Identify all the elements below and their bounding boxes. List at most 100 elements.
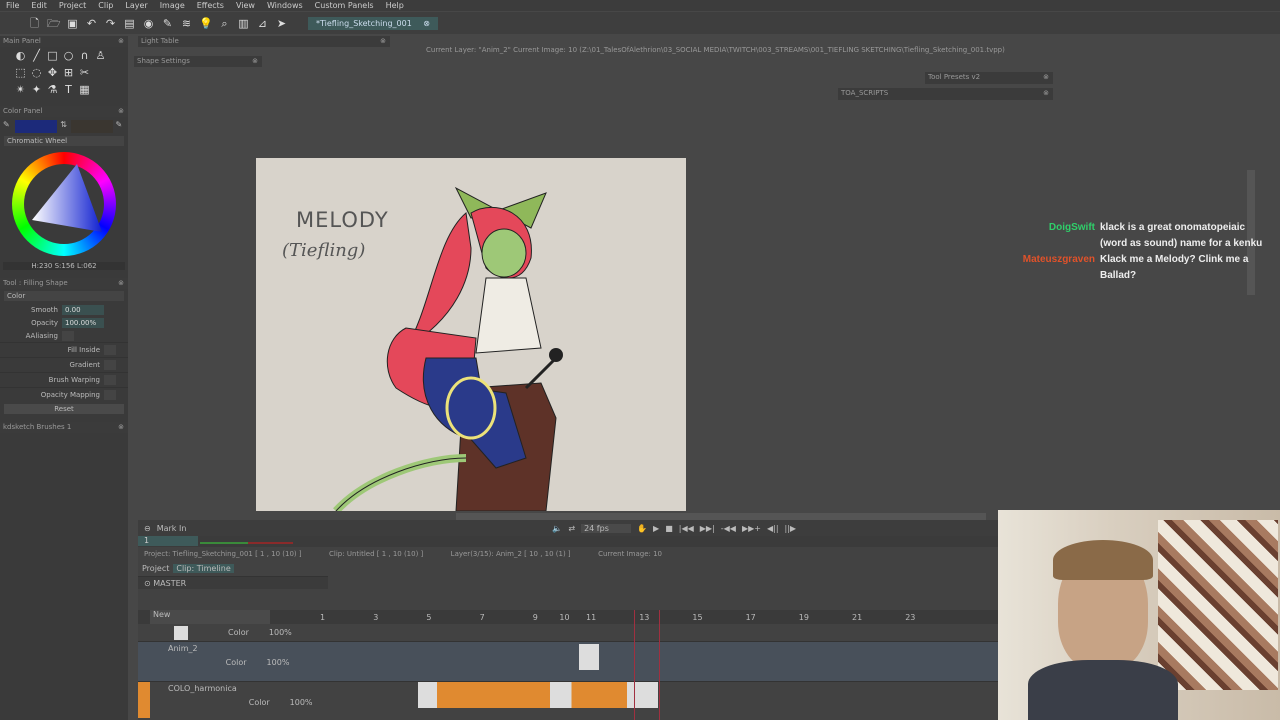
swap-icon[interactable]: ⇅: [60, 120, 68, 133]
chart-icon[interactable]: ⊿: [256, 17, 269, 30]
step-fwd-icon[interactable]: ||▶: [785, 524, 797, 533]
first-frame-icon[interactable]: |◀◀: [679, 524, 694, 533]
menu-windows[interactable]: Windows: [261, 0, 309, 11]
menu-view[interactable]: View: [230, 0, 261, 11]
warp-icon[interactable]: ⊞: [62, 66, 75, 79]
open-icon[interactable]: 🗁: [47, 17, 61, 30]
close-icon[interactable]: ⊗: [118, 422, 124, 433]
lasso-icon[interactable]: ◌: [30, 66, 43, 79]
fps-select[interactable]: 24 fps: [581, 523, 632, 533]
secondary-color[interactable]: [70, 120, 113, 133]
color-wheel-icon[interactable]: ◉: [142, 17, 155, 30]
ellipse-tool-icon[interactable]: ○: [62, 49, 75, 62]
pan-icon[interactable]: ✴: [14, 83, 27, 96]
mark-in-icon[interactable]: ⊖: [144, 524, 151, 533]
drawing-canvas[interactable]: MELODY (Tiefling): [256, 158, 686, 511]
new-file-icon[interactable]: 🗋: [28, 17, 41, 30]
chat-message: DoigSwift klack is a great onomatopeiaic …: [1000, 220, 1280, 252]
close-icon[interactable]: ⊗: [380, 36, 386, 47]
step-back-icon[interactable]: ◀||: [767, 524, 779, 533]
document-tab[interactable]: *Tiefling_Sketching_001 ⊗: [308, 16, 438, 30]
grid-icon[interactable]: ▦: [78, 83, 91, 96]
toolbox-icon[interactable]: ▤: [123, 17, 136, 30]
horizontal-scrollbar[interactable]: [456, 513, 986, 520]
search-icon[interactable]: ⌕: [218, 17, 231, 30]
tab-clip-timeline[interactable]: Clip: Timeline: [173, 564, 234, 573]
stream-chat: DoigSwift klack is a great onomatopeiaic …: [1000, 220, 1280, 284]
sound-icon[interactable]: 🔈: [552, 524, 562, 533]
chromatic-wheel[interactable]: [12, 152, 116, 256]
lightbulb-icon[interactable]: 💡: [199, 17, 213, 30]
close-icon[interactable]: ⊗: [118, 278, 124, 289]
hand-icon[interactable]: ✋: [637, 524, 647, 533]
menu-project[interactable]: Project: [53, 0, 92, 11]
menu-edit[interactable]: Edit: [25, 0, 53, 11]
new-layer-select[interactable]: New: [150, 610, 270, 624]
layer-row-colo-harmonica[interactable]: COLO_harmonica Color 100%: [138, 682, 998, 718]
close-icon[interactable]: ⊗: [1043, 72, 1049, 84]
color-swatches: ✎ ⇅ ✎: [0, 117, 128, 136]
close-icon[interactable]: ⊗: [423, 19, 430, 28]
brush-warping-option[interactable]: Brush Warping: [0, 372, 128, 387]
keyframe-thumbnail[interactable]: [579, 644, 600, 670]
menu-effects[interactable]: Effects: [191, 0, 230, 11]
tool-presets-title: Tool Presets v2: [928, 73, 981, 81]
smooth-field[interactable]: 0.00: [62, 304, 104, 315]
play-icon[interactable]: ▶: [653, 524, 659, 533]
loop-icon[interactable]: ⇄: [568, 524, 575, 533]
gradient-option[interactable]: Gradient: [0, 357, 128, 372]
frame-slider[interactable]: 1: [138, 536, 998, 547]
undo-icon[interactable]: ↶: [85, 17, 98, 30]
text-icon[interactable]: T: [62, 83, 75, 96]
pipette-icon[interactable]: ⚗: [46, 83, 59, 96]
move-icon[interactable]: ✥: [46, 66, 59, 79]
close-icon[interactable]: ⊗: [252, 56, 258, 67]
menu-file[interactable]: File: [0, 0, 25, 11]
last-frame-icon[interactable]: ▶▶|: [700, 524, 715, 533]
hsl-readout: H:230 S:156 L:062: [3, 262, 125, 270]
select-icon[interactable]: ⬚: [14, 66, 27, 79]
fill-inside-option[interactable]: Fill Inside: [0, 342, 128, 357]
layer-row[interactable]: Color 100%: [138, 624, 998, 642]
rect-tool-icon[interactable]: □: [46, 49, 59, 62]
stamp-tool-icon[interactable]: ♙: [94, 49, 107, 62]
reset-button[interactable]: Reset: [4, 404, 124, 414]
close-icon[interactable]: ⊗: [1043, 88, 1049, 100]
primary-color[interactable]: [15, 120, 58, 133]
send-icon[interactable]: ➤: [275, 17, 288, 30]
close-icon[interactable]: ⊗: [118, 106, 124, 117]
color-mode-select[interactable]: Chromatic Wheel: [4, 136, 124, 146]
pipette-icon[interactable]: ✎: [3, 120, 12, 133]
next-frame-icon[interactable]: ▶▶+: [742, 524, 761, 533]
save-icon[interactable]: ▣: [66, 17, 79, 30]
menu-clip[interactable]: Clip: [92, 0, 119, 11]
opacity-field[interactable]: 100.00%: [62, 317, 104, 328]
tool-buttons: ◐ ╱ □ ○ ∩ ♙: [0, 47, 128, 64]
magic-icon[interactable]: ✦: [30, 83, 43, 96]
tool-mode-select[interactable]: Color: [4, 291, 124, 301]
close-icon[interactable]: ⊗: [118, 36, 124, 47]
menu-layer[interactable]: Layer: [119, 0, 153, 11]
layer-row-anim-2[interactable]: Anim_2 Color 100%: [138, 642, 998, 682]
cut-icon[interactable]: ✂: [78, 66, 91, 79]
exposure-bar[interactable]: [418, 682, 658, 708]
fill-tool-icon[interactable]: ◐: [14, 49, 27, 62]
brush-icon[interactable]: ✎: [161, 17, 174, 30]
aaliasing-checkbox[interactable]: [62, 330, 74, 341]
menu-custom-panels[interactable]: Custom Panels: [309, 0, 380, 11]
redo-icon[interactable]: ↷: [104, 17, 117, 30]
stop-icon[interactable]: ■: [665, 524, 673, 533]
layers-icon[interactable]: ≋: [180, 17, 193, 30]
tab-project[interactable]: Project: [142, 564, 169, 573]
curve-tool-icon[interactable]: ∩: [78, 49, 91, 62]
opacity-mapping-option[interactable]: Opacity Mapping: [0, 387, 128, 402]
menu-help[interactable]: Help: [380, 0, 410, 11]
pipette-icon[interactable]: ✎: [116, 120, 125, 133]
bin-icon[interactable]: ▥: [237, 17, 250, 30]
line-tool-icon[interactable]: ╱: [30, 49, 43, 62]
opacity-label: Opacity: [31, 318, 58, 327]
frame-field[interactable]: 1: [138, 536, 198, 546]
toa-scripts-title: TOA_SCRIPTS: [841, 89, 889, 97]
prev-frame-icon[interactable]: -◀◀: [721, 524, 736, 533]
menu-image[interactable]: Image: [154, 0, 191, 11]
